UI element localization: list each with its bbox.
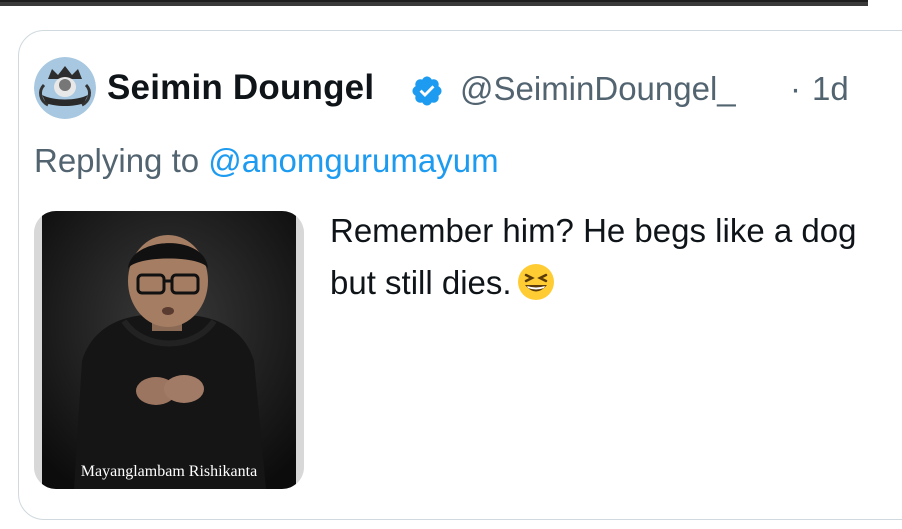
display-name[interactable]: Seimin Doungel	[107, 68, 374, 108]
grinning-squinting-face-emoji	[517, 264, 554, 300]
tweet-body-text: Remember him? He begs like a dog but sti…	[330, 212, 857, 301]
media-caption: Mayanglambam Rishikanta	[80, 463, 258, 480]
tweet-body: Remember him? He begs like a dog but sti…	[330, 205, 895, 309]
previous-media-edge	[0, 0, 868, 6]
separator-dot: ·	[790, 70, 801, 107]
replying-to-line: Replying to @anomgurumayum	[34, 142, 499, 180]
verified-badge-icon	[412, 76, 442, 106]
portrait-photo	[34, 211, 304, 489]
replying-mention-link[interactable]: @anomgurumayum	[208, 142, 498, 179]
avatar-image	[34, 57, 96, 119]
avatar[interactable]	[34, 57, 96, 119]
user-handle[interactable]: @SeiminDoungel_	[460, 70, 736, 108]
tweet-media-image[interactable]: Mayanglambam Rishikanta	[34, 211, 304, 489]
replying-prefix: Replying to	[34, 142, 200, 179]
timestamp[interactable]: 1d	[812, 70, 849, 108]
